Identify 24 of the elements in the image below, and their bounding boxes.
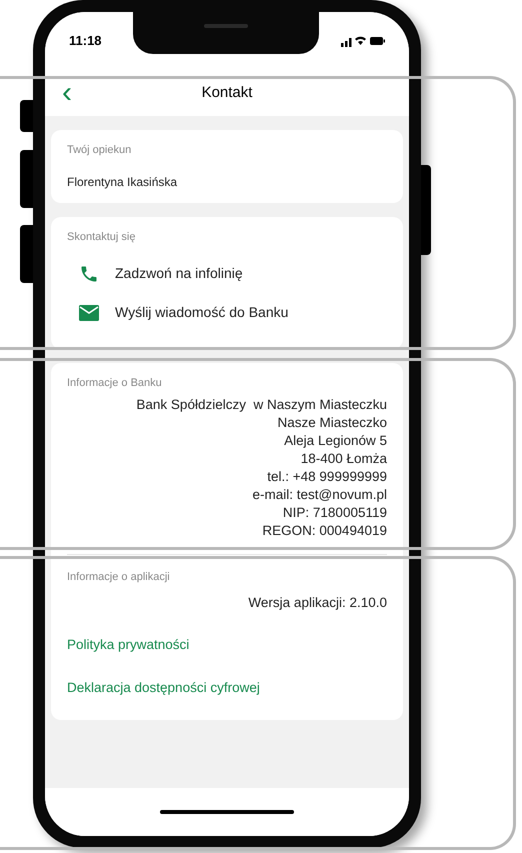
contact-action[interactable]: Wyślij wiadomość do Banku [115,302,288,323]
phone-icon [79,264,99,284]
section-label: Informacje o aplikacji [67,570,171,584]
bank-info-line: Nasze Miasteczko [276,414,387,432]
app-version: Wersja aplikacji: 2.10.0 [247,594,387,612]
page-title: Kontakt [200,82,254,103]
contact-action[interactable]: Zadzwoń na infolinię [115,263,243,284]
bank-info-line: REGON: 000494019 [261,522,387,540]
bank-info-line: 18-400 Łomża [300,450,387,468]
section-label: Informacje o Banku [67,376,163,391]
bank-info-line: Bank Spółdzielczy w Naszym Miasteczku [135,396,387,414]
link[interactable]: Deklaracja dostępności cyfrowej [67,678,260,698]
status-time: 11:18 [69,32,102,50]
bank-info-line: e-mail: test@novum.pl [252,486,387,504]
link[interactable]: Polityka prywatności [67,635,190,656]
status-icons [341,35,385,47]
bank-info-line: tel.: +48 999999999 [266,468,387,486]
section-label: Skontaktuj się [67,230,136,244]
back-button[interactable]: ‹ [57,78,77,108]
bank-info-line: NIP: 7180005119 [282,504,387,522]
envelope-icon [79,304,99,320]
bank-info-line: Aleja Legionów 5 [283,432,387,450]
advisor-name: Florentyna Ikasińska [67,174,178,190]
section-label: Twój opiekun [67,143,132,158]
